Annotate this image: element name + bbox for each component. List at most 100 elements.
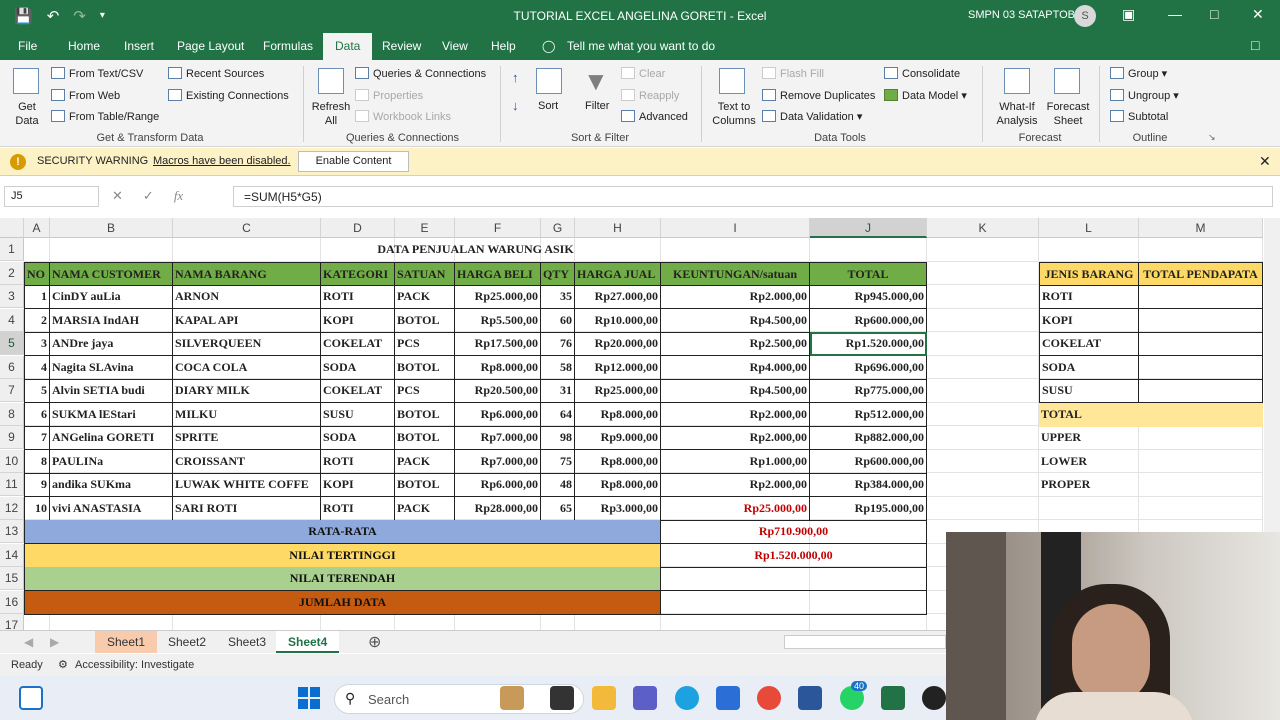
- table-cell[interactable]: Rp20.500,00: [455, 379, 541, 403]
- from-table-range-button[interactable]: From Table/Range: [51, 110, 159, 123]
- formula-input[interactable]: =SUM(H5*G5): [233, 186, 1273, 207]
- column-header-g[interactable]: G: [541, 218, 575, 238]
- table-cell[interactable]: 60: [541, 308, 575, 333]
- camera-app-icon[interactable]: [922, 686, 946, 710]
- sheet-tab-4[interactable]: Sheet4: [276, 631, 340, 653]
- name-box[interactable]: J5: [4, 186, 99, 207]
- table-cell[interactable]: DIARY MILK: [173, 379, 321, 403]
- get-data-button[interactable]: Get Data: [10, 100, 44, 128]
- sort-descending-icon[interactable]: ↓: [512, 98, 519, 113]
- tab-scroll-right-icon[interactable]: ▶: [50, 635, 59, 649]
- tab-file[interactable]: File: [18, 39, 37, 53]
- column-header-k[interactable]: K: [927, 218, 1039, 238]
- summary-value[interactable]: Rp1.520.000,00: [661, 543, 927, 568]
- table-cell[interactable]: Rp8.000,00: [575, 449, 661, 474]
- table-cell[interactable]: PACK: [395, 285, 455, 309]
- table-cell[interactable]: KOPI: [321, 473, 395, 497]
- maximize-icon[interactable]: □: [1210, 6, 1218, 22]
- word-icon[interactable]: [798, 686, 822, 710]
- table-cell[interactable]: Rp1.000,00: [661, 449, 810, 474]
- add-sheet-icon[interactable]: ⊕: [368, 632, 381, 652]
- file-explorer-icon[interactable]: [592, 686, 616, 710]
- row-header-1[interactable]: 1: [0, 238, 24, 261]
- table-cell[interactable]: 75: [541, 449, 575, 474]
- enter-icon[interactable]: ✓: [143, 188, 154, 204]
- tab-scroll-left-icon[interactable]: ◀: [24, 635, 33, 649]
- column-header-h[interactable]: H: [575, 218, 661, 238]
- edge-icon[interactable]: [675, 686, 699, 710]
- table-cell[interactable]: Rp6.000,00: [455, 473, 541, 497]
- table-cell[interactable]: Rp3.000,00: [575, 496, 661, 521]
- table-cell[interactable]: COCA COLA: [173, 355, 321, 380]
- column-header-j[interactable]: J: [810, 218, 927, 238]
- sheet-tab-2[interactable]: Sheet2: [156, 631, 218, 653]
- side-table-value[interactable]: [1139, 332, 1263, 356]
- row-header-6[interactable]: 6: [0, 355, 24, 379]
- tab-insert[interactable]: Insert: [124, 39, 154, 53]
- table-cell[interactable]: ANDre jaya: [50, 332, 173, 356]
- table-cell[interactable]: Rp696.000,00: [810, 355, 927, 380]
- table-cell[interactable]: BOTOL: [395, 402, 455, 427]
- table-cell[interactable]: 5: [24, 379, 50, 403]
- sheet-title[interactable]: DATA PENJUALAN WARUNG ASIK: [24, 238, 927, 262]
- flash-fill-button[interactable]: Flash Fill: [762, 67, 824, 80]
- teams-icon[interactable]: [633, 686, 657, 710]
- minimize-icon[interactable]: —: [1168, 6, 1182, 22]
- table-cell[interactable]: Rp775.000,00: [810, 379, 927, 403]
- table-cell[interactable]: MILKU: [173, 402, 321, 427]
- table-cell[interactable]: Rp2.000,00: [661, 402, 810, 427]
- table-cell[interactable]: 1: [24, 285, 50, 309]
- column-header-i[interactable]: I: [661, 218, 810, 238]
- side-table-item[interactable]: SUSU: [1039, 379, 1139, 403]
- table-cell[interactable]: SUKMA lEStari: [50, 402, 173, 427]
- horizontal-scrollbar[interactable]: [784, 635, 946, 649]
- table-cell[interactable]: Rp25.000,00: [575, 379, 661, 403]
- side-table-header[interactable]: JENIS BARANG: [1039, 261, 1139, 286]
- table-header-cell[interactable]: SATUAN: [395, 261, 455, 286]
- tab-page-layout[interactable]: Page Layout: [177, 39, 244, 53]
- table-cell[interactable]: Rp4.500,00: [661, 308, 810, 333]
- table-cell[interactable]: Rp10.000,00: [575, 308, 661, 333]
- table-header-cell[interactable]: HARGA BELI: [455, 261, 541, 286]
- table-cell[interactable]: ANGelina GORETI: [50, 426, 173, 450]
- table-cell[interactable]: ARNON: [173, 285, 321, 309]
- table-cell[interactable]: PAULINa: [50, 449, 173, 474]
- table-cell[interactable]: 9: [24, 473, 50, 497]
- table-header-cell[interactable]: KATEGORI: [321, 261, 395, 286]
- table-cell[interactable]: 8: [24, 449, 50, 474]
- tab-review[interactable]: Review: [382, 39, 421, 53]
- table-cell[interactable]: 48: [541, 473, 575, 497]
- ungroup-button[interactable]: Ungroup ▾: [1110, 89, 1179, 102]
- side-table-value[interactable]: [1139, 308, 1263, 333]
- refresh-all-button[interactable]: Refresh All: [310, 100, 352, 128]
- tab-home[interactable]: Home: [68, 39, 100, 53]
- sheet-tab-1[interactable]: Sheet1: [95, 631, 158, 653]
- account-name[interactable]: SMPN 03 SATAPTOBA: [968, 9, 1082, 21]
- existing-connections-button[interactable]: Existing Connections: [168, 89, 289, 102]
- table-cell[interactable]: Rp4.500,00: [661, 379, 810, 403]
- column-header-d[interactable]: D: [321, 218, 395, 238]
- data-validation-button[interactable]: Data Validation ▾: [762, 110, 862, 123]
- table-cell[interactable]: Rp600.000,00: [810, 449, 927, 474]
- table-cell[interactable]: Rp7.000,00: [455, 449, 541, 474]
- macros-disabled-link[interactable]: Macros have been disabled.: [153, 155, 291, 167]
- data-model-button[interactable]: Data Model ▾: [884, 89, 967, 102]
- column-header-a[interactable]: A: [24, 218, 50, 238]
- excel-icon[interactable]: [881, 686, 905, 710]
- table-cell[interactable]: CinDY auLia: [50, 285, 173, 309]
- table-cell[interactable]: 4: [24, 355, 50, 380]
- tab-formulas[interactable]: Formulas: [263, 39, 313, 53]
- forecast-sheet-button[interactable]: Forecast Sheet: [1044, 100, 1092, 128]
- table-cell[interactable]: Rp2.500,00: [661, 332, 810, 356]
- table-cell[interactable]: Rp945.000,00: [810, 285, 927, 309]
- table-cell[interactable]: Rp25.000,00: [661, 496, 810, 521]
- table-cell[interactable]: Rp600.000,00: [810, 308, 927, 333]
- ribbon-display-icon[interactable]: ▣: [1122, 6, 1135, 23]
- table-cell[interactable]: SUSU: [321, 402, 395, 427]
- table-cell[interactable]: COKELAT: [321, 332, 395, 356]
- table-header-cell[interactable]: NAMA CUSTOMER: [50, 261, 173, 286]
- table-cell[interactable]: vivi ANASTASIA: [50, 496, 173, 521]
- table-cell[interactable]: KOPI: [321, 308, 395, 333]
- table-cell[interactable]: Rp384.000,00: [810, 473, 927, 497]
- consolidate-button[interactable]: Consolidate: [884, 67, 960, 80]
